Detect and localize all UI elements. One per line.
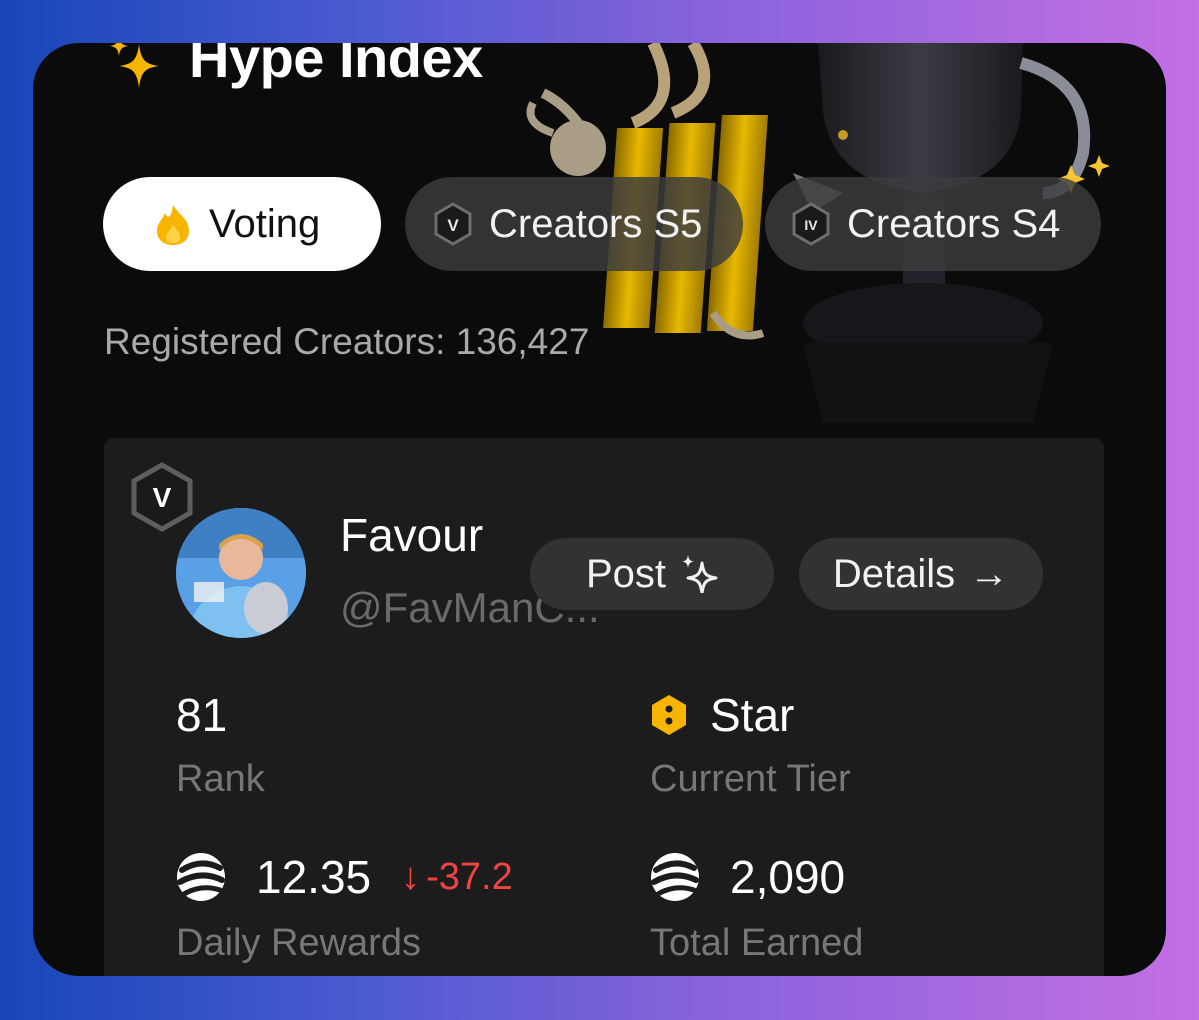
token-coin-icon (651, 853, 699, 901)
details-button[interactable]: Details → (799, 538, 1043, 610)
tab-creators-s5[interactable]: V Creators S5 (405, 177, 743, 271)
tab-label: Creators S5 (489, 201, 703, 246)
badge-text: IV (804, 217, 818, 233)
arrow-down-icon: ↓ (401, 855, 421, 898)
creator-card: V Favour @FavManC... Post Details → 81 R… (104, 438, 1104, 976)
flame-icon (153, 202, 193, 246)
tab-label: Creators S4 (847, 201, 1061, 246)
daily-rewards-value: 12.35 (256, 851, 372, 903)
star-tier-icon (652, 695, 686, 735)
tier-v-badge-icon: V (131, 462, 193, 532)
badge-text: V (153, 482, 172, 513)
arrow-right-icon: → (969, 551, 1010, 596)
tab-voting[interactable]: Voting (103, 177, 381, 271)
tier-v-badge-icon: V (433, 202, 473, 246)
tier-value-row: Star (650, 688, 794, 742)
badge-text: V (447, 216, 459, 235)
post-button-label: Post (585, 551, 667, 596)
page-title: Hype Index (189, 43, 483, 89)
registered-creators-count: Registered Creators: 136,427 (104, 321, 590, 362)
tier-iv-badge-icon: IV (791, 202, 831, 246)
daily-rewards-label: Daily Rewards (176, 922, 421, 964)
tab-creators-s4[interactable]: IV Creators S4 (765, 177, 1101, 271)
tier-value: Star (710, 689, 795, 741)
page-header: Hype Index (109, 43, 483, 90)
creator-name: Favour (340, 509, 484, 561)
total-earned-row: 2,090 (650, 850, 845, 904)
details-button-label: Details (832, 551, 956, 596)
daily-rewards-row: 12.35 ↓ -37.2 (176, 850, 513, 904)
total-earned-value: 2,090 (730, 851, 846, 903)
sparkle-icon (110, 43, 159, 88)
post-button[interactable]: Post (530, 538, 774, 610)
tier-label: Current Tier (650, 758, 851, 800)
total-earned-label: Total Earned (650, 922, 864, 964)
sparkle-icon (682, 555, 718, 593)
delta-value: -37.2 (426, 855, 513, 898)
app-screen: Hype Index Voting V Creators S5 IV Creat… (33, 43, 1166, 976)
tab-label: Voting (209, 201, 321, 246)
rank-value: 81 (176, 689, 228, 741)
rank-label: Rank (176, 758, 265, 800)
daily-rewards-delta: ↓ -37.2 (401, 856, 513, 899)
token-coin-icon (177, 853, 225, 901)
avatar[interactable] (176, 508, 306, 638)
